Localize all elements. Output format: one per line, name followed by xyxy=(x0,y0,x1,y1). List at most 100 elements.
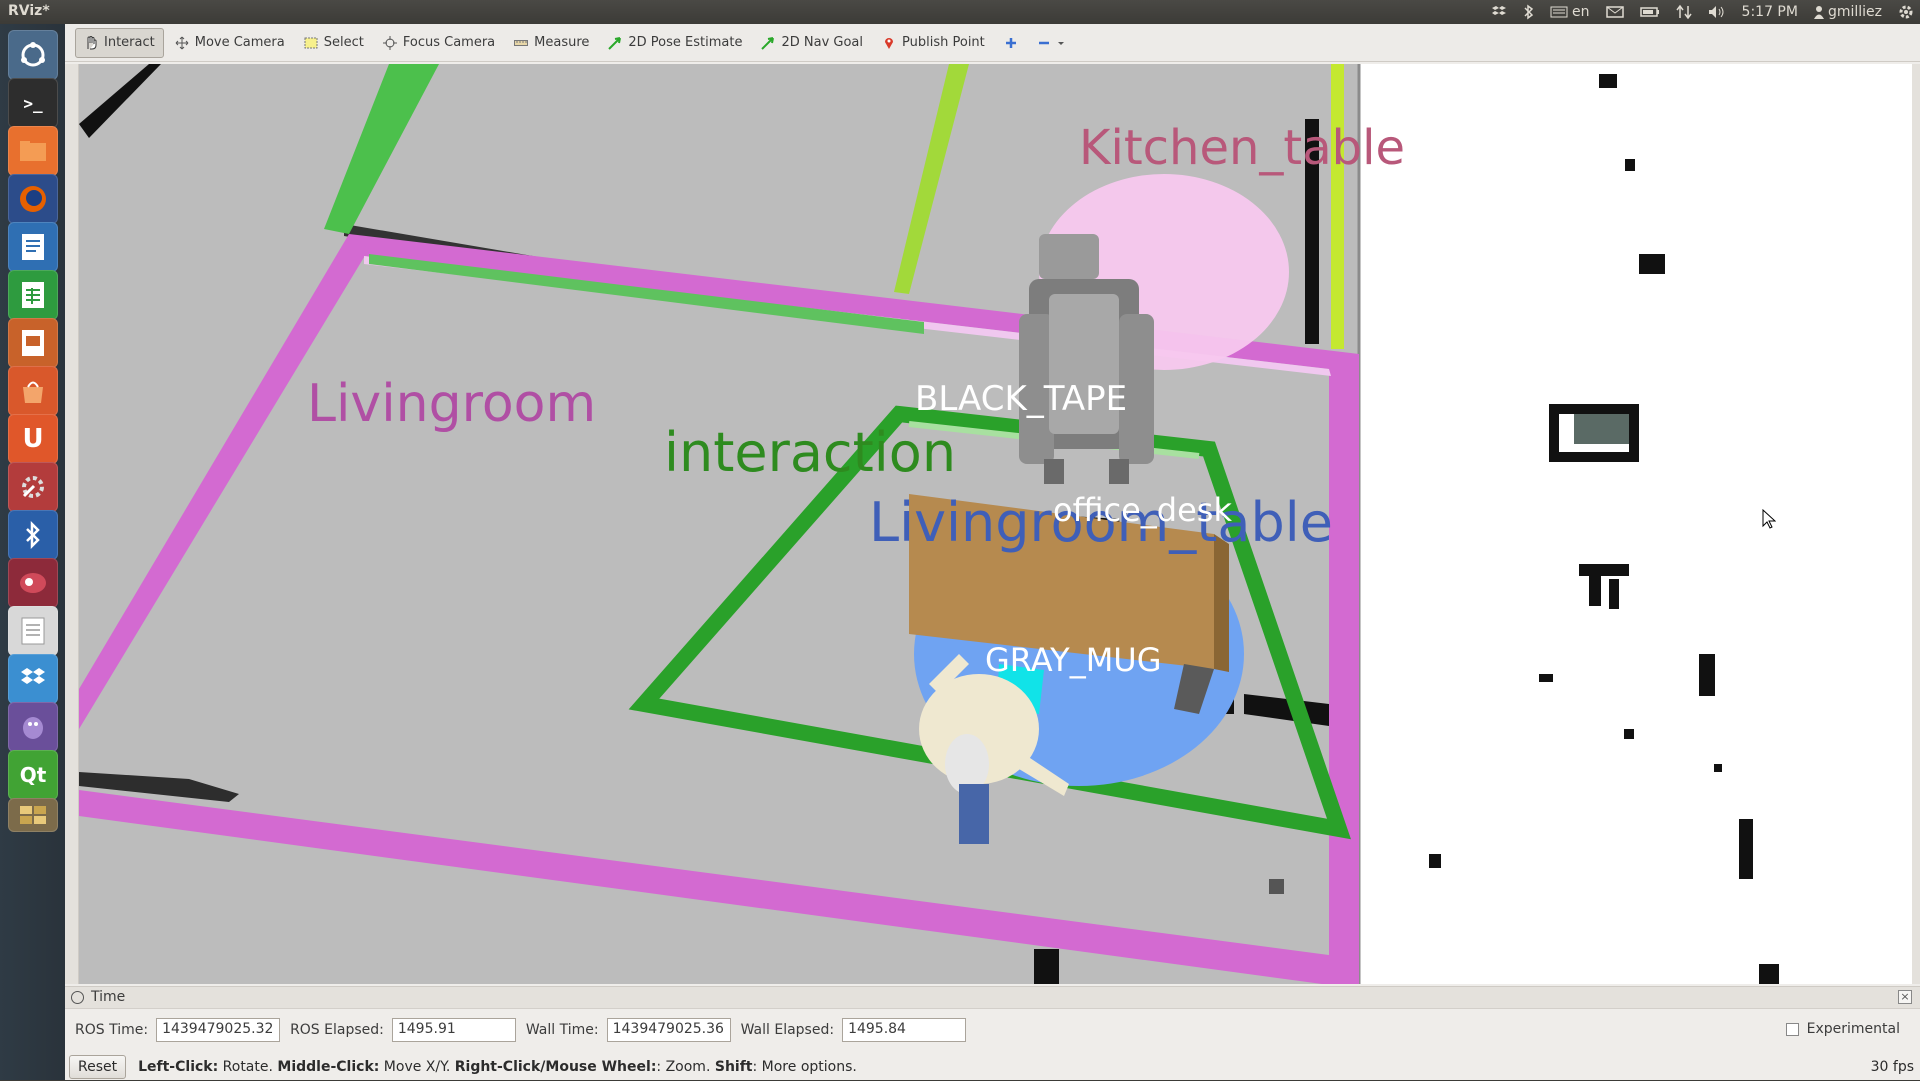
qt-creator-icon[interactable]: Qt xyxy=(8,750,58,800)
interact-label: Interact xyxy=(104,35,155,50)
2d-pose-estimate-tool[interactable]: 2D Pose Estimate xyxy=(600,28,750,58)
terminal-icon[interactable]: >_ xyxy=(8,78,58,128)
impress-icon[interactable] xyxy=(8,318,58,368)
green-arrow-icon xyxy=(761,36,775,50)
focus-camera-label: Focus Camera xyxy=(402,35,496,50)
time-panel-header: Time × xyxy=(65,987,1920,1009)
right-dock-splitter[interactable] xyxy=(1912,64,1920,984)
hint-text: : More options. xyxy=(752,1059,857,1075)
launcher: >_ U Qt xyxy=(0,24,65,1080)
crosshair-icon xyxy=(382,35,397,50)
dropbox-tray-icon[interactable] xyxy=(1490,5,1508,19)
chevron-down-icon xyxy=(1057,41,1064,45)
ubuntu-dash-icon[interactable] xyxy=(8,30,58,80)
top-panel: RViz* en 5:17 PM gmilliez xyxy=(0,0,1920,24)
plus-icon xyxy=(1005,37,1016,48)
gear-icon[interactable] xyxy=(1898,4,1914,20)
3d-viewport[interactable]: Kitchen_table Livingroom interaction BLA… xyxy=(79,64,1919,984)
software-center-icon[interactable] xyxy=(8,366,58,416)
clock-icon xyxy=(71,991,84,1004)
firefox-icon[interactable] xyxy=(8,174,58,224)
add-tool-button[interactable] xyxy=(996,28,1026,58)
time-fields: ROS Time: 1439479025.32 ROS Elapsed: 149… xyxy=(75,1017,976,1043)
hint-key: Middle-Click: xyxy=(277,1059,380,1075)
wall-elapsed-label: Wall Elapsed: xyxy=(740,1022,835,1038)
green-arrow-icon xyxy=(608,36,622,50)
label-gray-mug: GRAY_MUG xyxy=(985,641,1162,679)
select-icon xyxy=(304,37,318,48)
system-tray: en 5:17 PM gmilliez xyxy=(1490,0,1914,24)
label-kitchen-table: Kitchen_table xyxy=(1079,120,1405,176)
window-title: RViz* xyxy=(8,3,50,19)
label-livingroom: Livingroom xyxy=(307,374,597,434)
publish-point-tool[interactable]: Publish Point xyxy=(874,28,993,58)
wall-elapsed-field[interactable]: 1495.84 xyxy=(842,1018,967,1042)
calc-icon[interactable] xyxy=(8,270,58,320)
workspaces-icon[interactable] xyxy=(8,798,58,832)
ruler-icon xyxy=(514,39,529,46)
writer-icon[interactable] xyxy=(8,222,58,272)
publish-point-label: Publish Point xyxy=(902,35,985,50)
hint-key: Shift xyxy=(714,1059,753,1075)
status-bar: Reset Left-Click: Rotate. Middle-Click: … xyxy=(65,1053,1920,1081)
interact-tool[interactable]: Interact xyxy=(75,27,164,58)
experimental-toggle[interactable]: Experimental xyxy=(1785,1021,1900,1037)
experimental-checkbox[interactable] xyxy=(1785,1022,1799,1036)
close-icon[interactable]: × xyxy=(1898,990,1912,1004)
ros-time-label: ROS Time: xyxy=(75,1022,149,1038)
focus-camera-tool[interactable]: Focus Camera xyxy=(375,28,503,58)
text-editor-icon[interactable] xyxy=(8,606,58,656)
measure-tool[interactable]: Measure xyxy=(506,28,597,58)
battery-icon[interactable] xyxy=(1639,6,1660,18)
select-label: Select xyxy=(323,35,364,50)
rviz-window: Interact Move Camera Select Focus Camera… xyxy=(65,24,1920,1080)
hint-key: Right-Click/Mouse Wheel: xyxy=(454,1059,657,1075)
clock[interactable]: 5:17 PM xyxy=(1742,4,1798,20)
measure-label: Measure xyxy=(534,35,590,50)
hint-text: : Zoom. xyxy=(656,1059,715,1075)
label-office-desk: office_desk xyxy=(1053,491,1232,529)
user-menu[interactable]: gmilliez xyxy=(1813,4,1882,20)
minus-icon xyxy=(1038,41,1049,44)
hint-text: Move X/Y. xyxy=(379,1059,455,1075)
mouse-hint: Left-Click: Rotate. Middle-Click: Move X… xyxy=(138,1059,857,1075)
2d-pose-estimate-label: 2D Pose Estimate xyxy=(628,35,743,50)
files-icon[interactable] xyxy=(8,126,58,176)
keyboard-language: en xyxy=(1572,4,1590,20)
hint-key: Left-Click: xyxy=(138,1059,219,1075)
label-interaction: interaction xyxy=(664,421,957,484)
hint-text: Rotate. xyxy=(218,1059,278,1075)
move-camera-tool[interactable]: Move Camera xyxy=(167,28,293,58)
ros-time-field[interactable]: 1439479025.32 xyxy=(156,1018,281,1042)
network-icon[interactable] xyxy=(1675,4,1692,20)
remove-tool-button[interactable] xyxy=(1029,28,1073,58)
bluetooth-tray-icon[interactable] xyxy=(1524,4,1534,20)
wall-time-field[interactable]: 1439479025.36 xyxy=(606,1018,731,1042)
wall-time-label: Wall Time: xyxy=(525,1022,599,1038)
time-panel-title: Time xyxy=(91,989,126,1005)
bluetooth-icon[interactable] xyxy=(8,510,58,560)
select-tool[interactable]: Select xyxy=(296,28,372,58)
mail-icon[interactable] xyxy=(1605,6,1624,18)
move-icon xyxy=(175,36,189,49)
volume-icon[interactable] xyxy=(1708,5,1726,19)
pidgin-icon[interactable] xyxy=(8,702,58,752)
label-black-tape: BLACK_TAPE xyxy=(915,379,1128,419)
mouse-cursor-icon xyxy=(1762,509,1776,529)
experimental-label: Experimental xyxy=(1806,1021,1900,1037)
time-panel: Time × ROS Time: 1439479025.32 ROS Elaps… xyxy=(65,986,1920,1080)
ros-elapsed-field[interactable]: 1495.91 xyxy=(391,1018,516,1042)
left-dock-splitter[interactable] xyxy=(65,64,79,984)
system-settings-icon[interactable] xyxy=(8,462,58,512)
keyboard-layout-indicator[interactable]: en xyxy=(1550,4,1590,20)
ros-elapsed-label: ROS Elapsed: xyxy=(290,1022,384,1038)
rviz-icon[interactable] xyxy=(8,558,58,608)
user-icon xyxy=(1813,6,1824,19)
map-pin-icon xyxy=(885,37,894,49)
2d-nav-goal-tool[interactable]: 2D Nav Goal xyxy=(753,28,871,58)
reset-button[interactable]: Reset xyxy=(69,1055,127,1079)
ubuntu-one-icon[interactable]: U xyxy=(8,414,58,464)
fps-readout: 30 fps xyxy=(1870,1059,1914,1075)
user-name: gmilliez xyxy=(1827,4,1882,20)
dropbox-icon[interactable] xyxy=(8,654,58,704)
